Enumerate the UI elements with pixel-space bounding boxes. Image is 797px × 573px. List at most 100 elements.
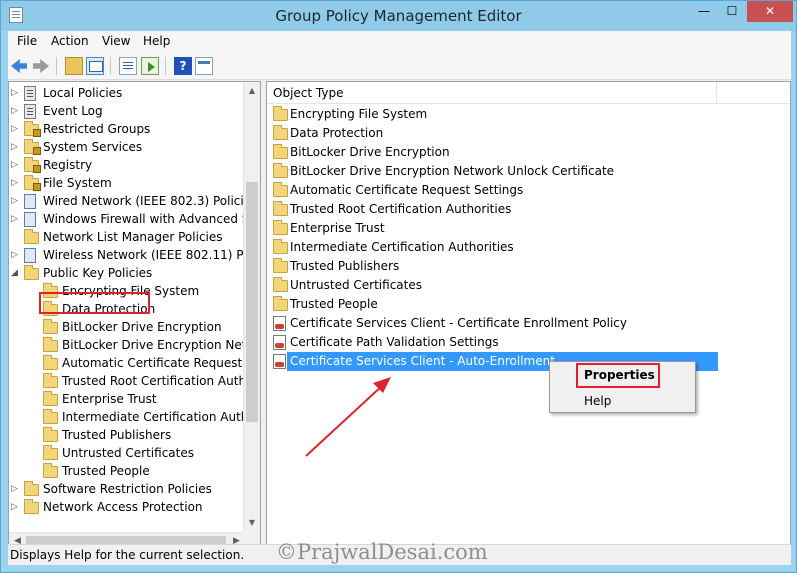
- folder-icon: [273, 125, 288, 140]
- network-icon: [24, 248, 36, 263]
- list-item-selected[interactable]: Certificate Services Client - Auto-Enrol…: [267, 352, 790, 371]
- tree-item[interactable]: Trusted Root Certification Authorit: [9, 372, 260, 390]
- maximize-button[interactable]: ☐: [719, 1, 745, 22]
- menu-view[interactable]: View: [102, 34, 130, 48]
- tree-item[interactable]: ▷ Restricted Groups: [9, 120, 245, 138]
- list-item[interactable]: Encrypting File System: [267, 105, 790, 124]
- tree-item[interactable]: ▷ File System: [9, 174, 245, 192]
- list-item[interactable]: BitLocker Drive Encryption: [267, 143, 790, 162]
- toolbar: ?: [8, 52, 791, 80]
- tree-item[interactable]: BitLocker Drive Encryption: [9, 318, 245, 336]
- tree-item-label: Network List Manager Policies: [43, 230, 223, 244]
- folder-icon: [43, 319, 58, 334]
- expand-arrow-icon[interactable]: ▷: [11, 498, 21, 516]
- tree-item[interactable]: ▷ Network Access Protection: [9, 498, 245, 516]
- context-menu-help[interactable]: Help: [584, 394, 611, 408]
- show-tree-icon[interactable]: [86, 57, 104, 75]
- tree-item-label: Wired Network (IEEE 802.3) Policies: [43, 194, 258, 208]
- list-item-label: Encrypting File System: [290, 107, 428, 121]
- list-item[interactable]: Automatic Certificate Request Settings: [267, 181, 790, 200]
- list-item[interactable]: Trusted Publishers: [267, 257, 790, 276]
- tree-item-label: Trusted People: [62, 464, 150, 478]
- list-item-label: Intermediate Certification Authorities: [290, 240, 514, 254]
- list-item[interactable]: Trusted People: [267, 295, 790, 314]
- expand-arrow-icon[interactable]: ▷: [11, 480, 21, 498]
- expand-arrow-icon[interactable]: ▷: [11, 120, 21, 138]
- folder-icon: [24, 229, 39, 244]
- toolbar-separator: [56, 57, 57, 75]
- tree-item[interactable]: BitLocker Drive Encryption Networ: [9, 336, 260, 354]
- menu-file[interactable]: File: [17, 34, 37, 48]
- expand-arrow-icon[interactable]: ▷: [11, 102, 21, 120]
- expand-arrow-icon[interactable]: ▷: [11, 246, 21, 264]
- collapse-arrow-icon[interactable]: ◢: [11, 264, 21, 282]
- watermark-text: ©PrajwalDesai.com: [276, 540, 488, 564]
- tree-item[interactable]: ▷ Windows Firewall with Advanced Secu: [9, 210, 260, 228]
- tree-item[interactable]: ▷ Software Restriction Policies: [9, 480, 245, 498]
- minimize-button[interactable]: —: [691, 1, 717, 22]
- tree-item[interactable]: ▷ System Services: [9, 138, 245, 156]
- export-list-icon[interactable]: [141, 57, 159, 75]
- expand-arrow-icon[interactable]: ▷: [11, 174, 21, 192]
- list-view-icon[interactable]: [119, 57, 137, 75]
- network-icon: [24, 194, 36, 209]
- list-item[interactable]: BitLocker Drive Encryption Network Unloc…: [267, 162, 790, 181]
- tree-item[interactable]: Network List Manager Policies: [9, 228, 245, 246]
- expand-arrow-icon[interactable]: ▷: [11, 210, 21, 228]
- back-arrow-icon[interactable]: [11, 59, 27, 73]
- tree-item[interactable]: Enterprise Trust: [9, 390, 245, 408]
- locked-folder-icon: [24, 121, 41, 137]
- tree-item[interactable]: ▷ Wired Network (IEEE 802.3) Policies: [9, 192, 257, 210]
- column-header-object-type[interactable]: Object Type: [267, 82, 717, 104]
- tree-item[interactable]: ▷ Wireless Network (IEEE 802.11) Policies: [9, 246, 260, 264]
- list-item[interactable]: Trusted Root Certification Authorities: [267, 200, 790, 219]
- tree-item[interactable]: Intermediate Certification Authorit: [9, 408, 260, 426]
- list-item[interactable]: Enterprise Trust: [267, 219, 790, 238]
- scroll-up-icon[interactable]: ▲: [244, 82, 260, 99]
- list-item[interactable]: Data Protection: [267, 124, 790, 143]
- list-item[interactable]: Certificate Services Client - Certificat…: [267, 314, 790, 333]
- expand-arrow-icon: [30, 354, 40, 372]
- expand-arrow-icon: [30, 408, 40, 426]
- expand-arrow-icon[interactable]: ▷: [11, 156, 21, 174]
- menu-action[interactable]: Action: [51, 34, 89, 48]
- tree-item[interactable]: Untrusted Certificates: [9, 444, 245, 462]
- locked-folder-icon: [24, 139, 41, 155]
- folder-icon: [24, 499, 39, 514]
- list-item[interactable]: Certificate Path Validation Settings: [267, 333, 790, 352]
- menu-help[interactable]: Help: [143, 34, 170, 48]
- tree-item-label: Intermediate Certification Authorit: [62, 410, 261, 424]
- expand-arrow-icon[interactable]: ▷: [11, 192, 21, 210]
- list-item-label: Trusted Root Certification Authorities: [290, 202, 512, 216]
- properties-icon[interactable]: [195, 57, 213, 75]
- expand-arrow-icon[interactable]: ▷: [11, 84, 21, 102]
- tree-item-label: System Services: [43, 140, 143, 154]
- expand-arrow-icon[interactable]: ▷: [11, 138, 21, 156]
- tree-item-label: Registry: [43, 158, 93, 172]
- expand-arrow-icon: [11, 228, 21, 246]
- tree-item[interactable]: ◢ Public Key Policies: [9, 264, 245, 282]
- tree-vertical-scrollbar[interactable]: ▲ ▼: [243, 82, 260, 532]
- tree-item[interactable]: Trusted People: [9, 462, 245, 480]
- scroll-down-icon[interactable]: ▼: [244, 514, 260, 531]
- up-folder-icon[interactable]: [65, 57, 83, 75]
- scroll-thumb[interactable]: [246, 182, 258, 422]
- annotation-highlight-public-key-policies: [39, 292, 150, 314]
- title-bar[interactable]: Group Policy Management Editor — ☐ ✕: [1, 1, 796, 31]
- list-item[interactable]: Untrusted Certificates: [267, 276, 790, 295]
- tree-item-label: File System: [43, 176, 112, 190]
- close-button[interactable]: ✕: [747, 1, 793, 22]
- tree-item[interactable]: Automatic Certificate Request Sett: [9, 354, 260, 372]
- list-item-label: Enterprise Trust: [290, 221, 385, 235]
- tree-item[interactable]: ▷ Local Policies: [9, 84, 245, 102]
- tree-item[interactable]: ▷ Event Log: [9, 102, 245, 120]
- toolbar-separator: [165, 57, 166, 75]
- list-item[interactable]: Intermediate Certification Authorities: [267, 238, 790, 257]
- tree-pane[interactable]: ▷ Local Policies ▷ Event Log ▷ Restricted Gro…: [8, 81, 261, 550]
- details-pane[interactable]: Object Type Encrypting File System Data P…: [266, 81, 791, 550]
- tree-item[interactable]: Trusted Publishers: [9, 426, 245, 444]
- policy-settings-icon: [273, 316, 286, 331]
- forward-arrow-icon[interactable]: [33, 59, 49, 73]
- tree-item[interactable]: ▷ Registry: [9, 156, 245, 174]
- help-icon[interactable]: ?: [174, 57, 192, 75]
